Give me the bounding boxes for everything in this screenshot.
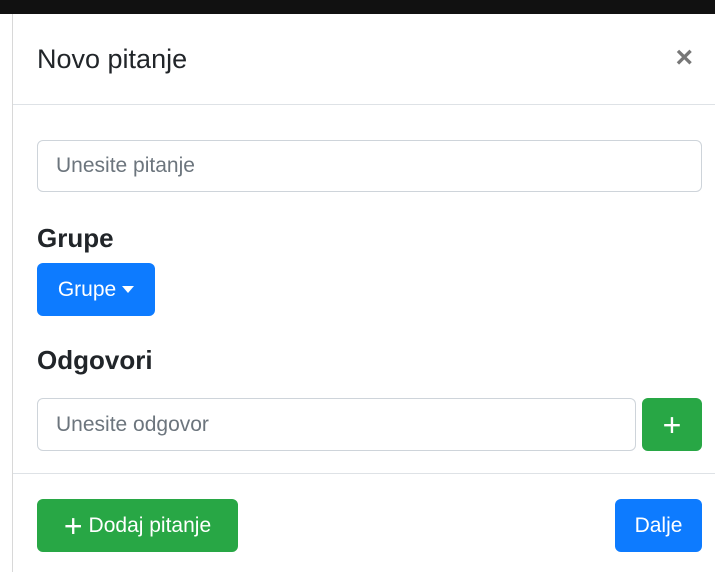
background-left-edge <box>0 14 13 572</box>
add-answer-button[interactable]: + <box>642 398 702 451</box>
question-input[interactable] <box>37 140 702 192</box>
plus-icon: + <box>63 507 83 544</box>
modal-body: Grupe Grupe Odgovori + <box>13 105 715 474</box>
answers-heading: Odgovori <box>37 345 153 375</box>
answer-input[interactable] <box>37 398 636 451</box>
modal-title: Novo pitanje <box>37 44 188 74</box>
close-icon[interactable]: × <box>669 42 699 74</box>
groups-heading: Grupe <box>37 223 114 253</box>
next-button[interactable]: Dalje <box>615 499 702 552</box>
modal-footer: + Dodaj pitanje Dalje <box>13 474 715 573</box>
plus-icon: + <box>662 406 682 443</box>
add-question-label: Dodaj pitanje <box>88 513 212 537</box>
window-top-bar <box>0 0 715 14</box>
modal-header: Novo pitanje × <box>13 14 715 105</box>
caret-down-icon <box>122 286 135 293</box>
groups-dropdown-button[interactable]: Grupe <box>37 263 155 316</box>
add-question-button[interactable]: + Dodaj pitanje <box>37 499 238 552</box>
groups-dropdown-label: Grupe <box>57 277 117 301</box>
new-question-modal: Novo pitanje × Grupe Grupe Odgovori + + … <box>13 14 715 572</box>
